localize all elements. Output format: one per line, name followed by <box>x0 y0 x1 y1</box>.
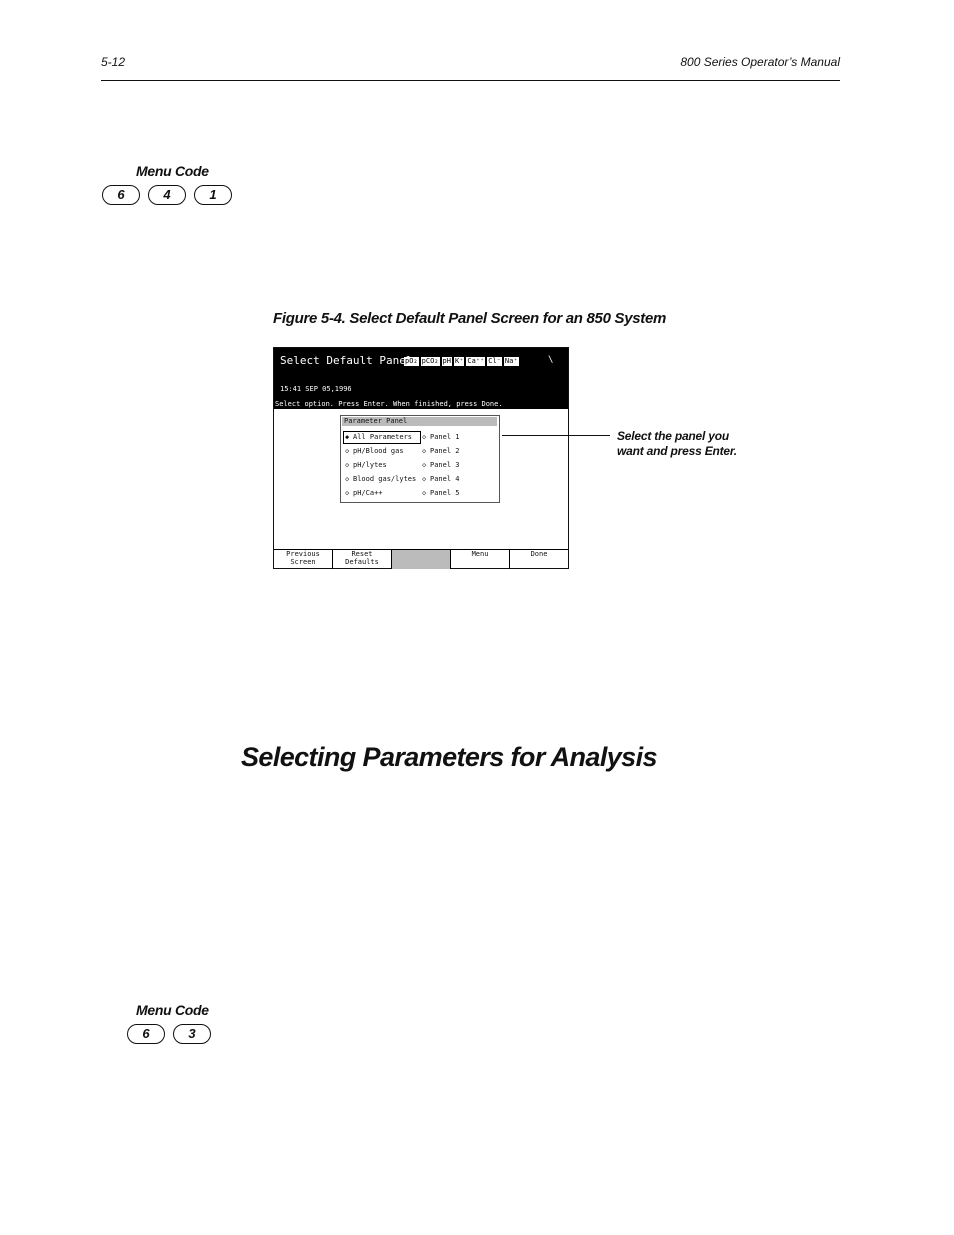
param-chip: Na⁺ <box>503 357 519 366</box>
option-label: pH/lytes <box>353 461 387 469</box>
menu-key: 1 <box>194 185 232 205</box>
menu-key: 3 <box>173 1024 211 1044</box>
menu-button[interactable]: Menu <box>451 550 510 569</box>
menu-code-label: Menu Code <box>136 1002 209 1018</box>
diamond-icon: ◇ <box>422 475 427 483</box>
diamond-icon: ◇ <box>345 475 350 483</box>
activity-indicator: \ <box>548 355 554 365</box>
device-screen: Select Default Panel pO₂ pCO₂ pH K⁺ Ca⁺⁺… <box>273 347 569 569</box>
param-chip: Cl⁻ <box>487 357 502 366</box>
header-rule <box>101 80 840 81</box>
diamond-icon: ◇ <box>422 433 427 441</box>
manual-title: 800 Series Operator’s Manual <box>680 55 840 69</box>
diamond-icon: ◇ <box>345 461 350 469</box>
menu-code-label: Menu Code <box>136 163 209 179</box>
softkey-label: Menu <box>471 550 489 558</box>
screen-instruction: Select option. Press Enter. When finishe… <box>274 400 568 409</box>
option-panel-3[interactable]: ◇ Panel 3 <box>422 461 460 469</box>
diamond-icon: ◇ <box>422 489 427 497</box>
screen-datetime: 15:41 SEP 05,1996 <box>280 385 352 393</box>
callout-line-2: want and press Enter. <box>617 444 737 458</box>
diamond-icon: ◇ <box>345 447 350 455</box>
option-label: Panel 5 <box>430 489 460 497</box>
option-panel-1[interactable]: ◇ Panel 1 <box>422 433 460 441</box>
screen-title: Select Default Panel <box>280 354 413 367</box>
diamond-icon: ◇ <box>345 489 350 497</box>
option-ph-ca[interactable]: ◇ pH/Ca++ <box>345 489 383 497</box>
panel-box-title: Parameter Panel <box>342 417 497 426</box>
option-ph-blood-gas[interactable]: ◇ pH/Blood gas <box>345 447 404 455</box>
callout-line-1: Select the panel you <box>617 429 730 443</box>
option-label: All Parameters <box>353 433 413 441</box>
diamond-icon: ◇ <box>422 447 427 455</box>
param-chip: pO₂ <box>404 357 419 366</box>
softkey-label: Defaults <box>345 557 379 566</box>
callout-text: Select the panel you want and press Ente… <box>617 429 737 459</box>
selected-diamond-icon: ◆ <box>345 433 350 441</box>
option-ph-lytes[interactable]: ◇ pH/lytes <box>345 461 387 469</box>
previous-screen-button[interactable]: Previous Screen <box>274 550 333 569</box>
option-panel-2[interactable]: ◇ Panel 2 <box>422 447 460 455</box>
figure-caption: Figure 5-4. Select Default Panel Screen … <box>273 310 667 327</box>
diamond-icon: ◇ <box>422 461 427 469</box>
option-label: Panel 2 <box>430 447 460 455</box>
softkey-bar: Previous Screen Reset Defaults Menu Done <box>274 549 568 569</box>
param-chip: Ca⁺⁺ <box>466 357 486 366</box>
option-label: Panel 4 <box>430 475 460 483</box>
option-panel-4[interactable]: ◇ Panel 4 <box>422 475 460 483</box>
page-number: 5-12 <box>101 55 126 69</box>
menu-key: 4 <box>148 185 186 205</box>
option-blood-gas-lytes[interactable]: ◇ Blood gas/lytes <box>345 475 416 483</box>
option-label: Panel 3 <box>430 461 460 469</box>
param-chip: pCO₂ <box>420 357 440 366</box>
reset-defaults-button[interactable]: Reset Defaults <box>333 550 392 569</box>
menu-key: 6 <box>127 1024 165 1044</box>
softkey-label: Screen <box>290 557 316 566</box>
option-label: Panel 1 <box>430 433 460 441</box>
softkey-label: Done <box>530 550 548 558</box>
option-panel-5[interactable]: ◇ Panel 5 <box>422 489 460 497</box>
blank-softkey <box>392 550 451 569</box>
menu-key: 6 <box>102 185 140 205</box>
parameter-strip: pO₂ pCO₂ pH K⁺ Ca⁺⁺ Cl⁻ Na⁺ <box>404 357 519 366</box>
option-all-parameters[interactable]: ◆ All Parameters <box>345 433 412 441</box>
option-label: pH/Ca++ <box>353 489 383 497</box>
option-label: Blood gas/lytes <box>353 475 417 483</box>
param-chip: pH <box>441 357 452 366</box>
param-chip: K⁺ <box>453 357 465 366</box>
done-button[interactable]: Done <box>510 550 568 569</box>
screen-title-bar: Select Default Panel pO₂ pCO₂ pH K⁺ Ca⁺⁺… <box>274 348 568 400</box>
section-heading: Selecting Parameters for Analysis <box>241 742 658 772</box>
callout-line <box>502 435 610 436</box>
parameter-panel-box: Parameter Panel ◆ All Parameters ◇ pH/Bloo… <box>340 415 500 503</box>
option-label: pH/Blood gas <box>353 447 404 455</box>
